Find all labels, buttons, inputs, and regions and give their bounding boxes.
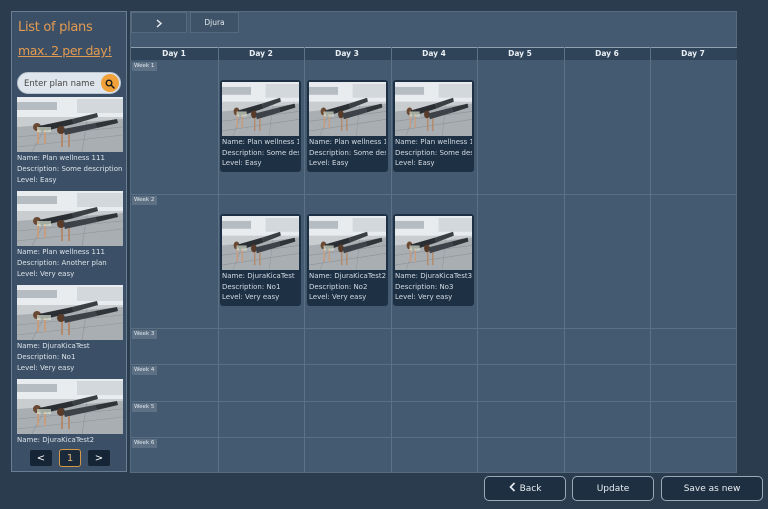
- plan-photo: [309, 216, 386, 270]
- plan-level: Level: Very easy: [222, 293, 280, 301]
- day-label: Day 4: [422, 49, 446, 58]
- row-divider: [131, 437, 737, 438]
- day-label: Day 5: [508, 49, 532, 58]
- next-week-button[interactable]: [131, 12, 187, 33]
- plan-description: Description: No1: [17, 353, 76, 361]
- day-label: Day 2: [249, 49, 273, 58]
- save-as-new-label: Save as new: [683, 483, 741, 494]
- plan-level: Level: Very easy: [17, 364, 75, 372]
- plan-level: Level: Very easy: [395, 293, 453, 301]
- plan-description: Description: Some description: [222, 148, 299, 157]
- search-icon: [105, 74, 115, 93]
- plan-photo: [17, 379, 123, 434]
- chevron-left-icon: <: [36, 452, 46, 464]
- plan-description: Description: Some description: [395, 148, 472, 157]
- plan-photo: [17, 97, 123, 152]
- plan-level: Level: Easy: [17, 176, 57, 184]
- plan-card[interactable]: Name: DjuraKicaTest2: [15, 379, 125, 444]
- plan-description: Description: No2: [309, 282, 368, 291]
- scheduled-plan-card[interactable]: Name: DjuraKicaTest3 Description: No3 Le…: [393, 214, 474, 306]
- plan-name: Name: DjuraKicaTest3: [395, 272, 472, 280]
- plan-level: Level: Easy: [395, 159, 435, 167]
- plan-photo: [309, 82, 386, 136]
- plan-card[interactable]: Name: Plan wellness 111 Description: Ano…: [15, 191, 125, 280]
- plans-sidebar: List of plans max. 2 per day! Name: Plan…: [11, 11, 127, 472]
- plan-photo: [17, 191, 123, 246]
- week-label: Week 2: [132, 196, 157, 205]
- plan-name: Name: DjuraKicaTest2: [17, 436, 95, 444]
- plan-level: Level: Easy: [309, 159, 349, 167]
- plan-description: Description: No1: [222, 282, 281, 291]
- column-divider: [304, 47, 305, 473]
- limit-notice: max. 2 per day!: [18, 43, 112, 58]
- plan-photo: [17, 285, 123, 340]
- plan-name: Name: DjuraKicaTest: [222, 272, 295, 280]
- search-input[interactable]: [24, 76, 96, 91]
- plan-photo: [222, 216, 299, 270]
- back-button[interactable]: Back: [484, 476, 566, 501]
- column-divider: [564, 47, 565, 473]
- scheduled-plan-card[interactable]: Name: Plan wellness 111 Description: Som…: [393, 80, 474, 172]
- week-label: Week 4: [132, 366, 157, 375]
- back-label: Back: [519, 483, 542, 494]
- plan-photo: [395, 82, 472, 136]
- update-label: Update: [596, 483, 630, 494]
- day-label: Day 7: [681, 49, 705, 58]
- row-divider: [131, 328, 737, 329]
- pager: < 1 >: [12, 449, 126, 470]
- save-as-new-button[interactable]: Save as new: [661, 476, 763, 501]
- row-divider: [131, 401, 737, 402]
- week-label: Week 6: [132, 439, 157, 448]
- plan-photo: [395, 216, 472, 270]
- row-divider: [131, 194, 737, 195]
- scheduled-plan-card[interactable]: Name: DjuraKicaTest Description: No1 Lev…: [220, 214, 301, 306]
- scheduled-plan-card[interactable]: Name: Plan wellness 111 Description: Som…: [307, 80, 388, 172]
- chevron-right-icon: [155, 13, 163, 32]
- column-divider: [391, 47, 392, 473]
- day-label: Day 1: [162, 49, 186, 58]
- plan-level: Level: Very easy: [309, 293, 367, 301]
- week-label: Week 5: [132, 403, 157, 412]
- prev-page-button[interactable]: <: [30, 450, 52, 466]
- chevron-right-icon: >: [94, 452, 104, 464]
- plan-photo: [222, 82, 299, 136]
- plan-description: Description: Another plan: [17, 259, 107, 267]
- user-chip[interactable]: Djura: [190, 12, 239, 33]
- week-label: Week 1: [132, 62, 157, 71]
- plan-name: Name: Plan wellness 111: [17, 248, 105, 256]
- plan-list: Name: Plan wellness 111 Description: Som…: [15, 97, 125, 444]
- chevron-left-icon: [508, 482, 516, 495]
- plan-card[interactable]: Name: Plan wellness 111 Description: Som…: [15, 97, 125, 186]
- plan-description: Description: No3: [395, 282, 454, 291]
- column-divider: [650, 47, 651, 473]
- day-label: Day 6: [595, 49, 619, 58]
- plan-description: Description: Some description: [309, 148, 386, 157]
- plan-name: Name: DjuraKicaTest2: [309, 272, 386, 280]
- day-label: Day 3: [335, 49, 359, 58]
- plan-name: Name: DjuraKicaTest: [17, 342, 90, 350]
- column-divider: [477, 47, 478, 473]
- plan-name: Name: Plan wellness 111: [222, 138, 299, 146]
- calendar-grid: Day 1 Day 2 Day 3 Day 4 Day 5 Day 6 Day …: [130, 11, 737, 473]
- scheduled-plan-card[interactable]: Name: Plan wellness 111 Description: Som…: [220, 80, 301, 172]
- next-page-button[interactable]: >: [88, 450, 110, 466]
- plan-name: Name: Plan wellness 111: [395, 138, 472, 146]
- plan-name: Name: Plan wellness 111: [17, 154, 105, 162]
- scheduled-plan-card[interactable]: Name: DjuraKicaTest2 Description: No2 Le…: [307, 214, 388, 306]
- week-label: Week 3: [132, 330, 157, 339]
- plan-description: Description: Some description: [17, 165, 123, 173]
- row-divider: [131, 364, 737, 365]
- current-page: 1: [59, 449, 81, 467]
- plan-name: Name: Plan wellness 111: [309, 138, 386, 146]
- column-divider: [218, 47, 219, 473]
- plan-level: Level: Easy: [222, 159, 262, 167]
- search-box: [17, 72, 121, 94]
- search-button[interactable]: [101, 74, 119, 92]
- calendar-header: Day 1 Day 2 Day 3 Day 4 Day 5 Day 6 Day …: [131, 47, 737, 60]
- plan-level: Level: Very easy: [17, 270, 75, 278]
- update-button[interactable]: Update: [572, 476, 654, 501]
- plan-card[interactable]: Name: DjuraKicaTest Description: No1 Lev…: [15, 285, 125, 374]
- sidebar-title: List of plans: [18, 20, 93, 35]
